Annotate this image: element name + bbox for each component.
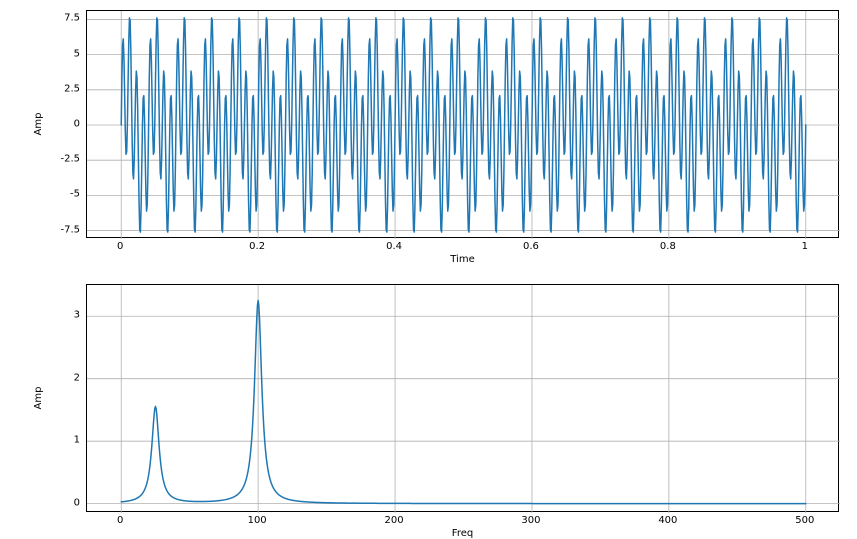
line-spectrum: [121, 300, 806, 503]
xtick-label: 100: [248, 515, 267, 526]
ytick-label: 0: [74, 119, 80, 130]
ytick-label: 3: [74, 310, 80, 321]
ytick-label: 2: [74, 372, 80, 383]
figure: 0 0.2 0.4 0.6 0.8 1 -7.5 -5 -2.5 0 2.5 5 7.5 Time Am…: [0, 0, 857, 530]
ytick-label: -2.5: [60, 154, 80, 165]
ytick-label: 7.5: [64, 13, 80, 24]
axes-time-domain: [86, 10, 839, 238]
ytick-label: 2.5: [64, 83, 80, 94]
ylabel-top: Amp: [33, 113, 44, 136]
ytick-label: 5: [74, 48, 80, 59]
ytick-label: 0: [74, 497, 80, 508]
xtick-label: 500: [795, 515, 814, 526]
xtick-label: 1: [802, 241, 808, 252]
xlabel-top: Time: [450, 254, 474, 265]
grid-bottom: [87, 285, 840, 513]
xtick-label: 0.6: [523, 241, 539, 252]
line-time-signal: [121, 18, 806, 232]
xtick-label: 0: [117, 515, 123, 526]
xtick-label: 200: [384, 515, 403, 526]
ytick-label: -5: [70, 189, 80, 200]
ytick-label: 1: [74, 435, 80, 446]
xtick-label: 300: [521, 515, 540, 526]
plot-time: [87, 11, 840, 239]
xtick-label: 0.8: [660, 241, 676, 252]
xtick-label: 0.4: [386, 241, 402, 252]
ylabel-bottom: Amp: [33, 387, 44, 410]
axes-freq-domain: [86, 284, 839, 512]
xtick-label: 0: [117, 241, 123, 252]
xtick-label: 400: [658, 515, 677, 526]
ytick-label: -7.5: [60, 224, 80, 235]
plot-freq: [87, 285, 840, 513]
xtick-label: 0.2: [249, 241, 265, 252]
